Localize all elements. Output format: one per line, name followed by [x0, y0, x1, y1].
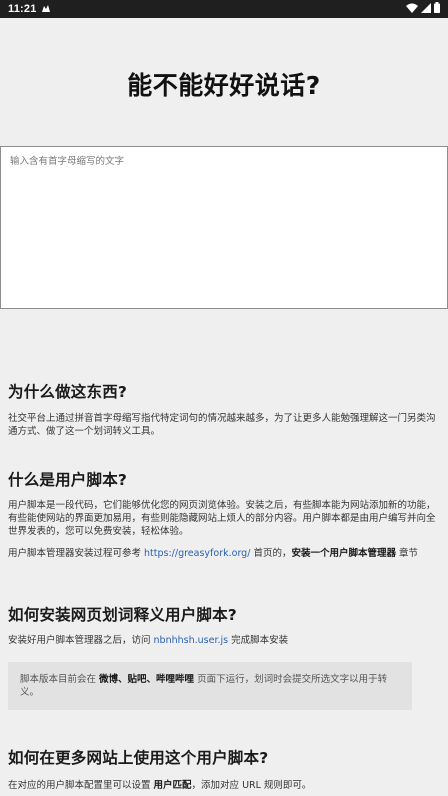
- status-bar: 11:21: [0, 0, 448, 18]
- section-userscript: 什么是用户脚本?: [8, 468, 440, 490]
- section-userscript-body: 用户脚本是一段代码，它们能够优化您的网页浏览体验。安装之后，有些脚本能为网站添加…: [8, 500, 436, 537]
- cellular-signal-icon: [421, 2, 431, 16]
- section-why: 为什么做这东西?: [8, 380, 440, 402]
- manager-text-suffix: 章节: [395, 548, 418, 559]
- more-sites-text-bold: 用户匹配: [153, 780, 192, 791]
- section-install-body: 安装好用户脚本管理器之后，访问 nbnhhsh.user.js 完成脚本安装: [8, 634, 440, 647]
- install-note-text: 脚本版本目前会在 微博、贴吧、哔哩哔哩 页面下运行，划词时会提交所选文字以用于转…: [20, 673, 400, 699]
- section-why-body-wrap: 社交平台上通过拼音首字母缩写指代特定词句的情况越来越多，为了让更多人能勉强理解这…: [8, 412, 440, 438]
- status-bar-left: 11:21: [8, 3, 51, 16]
- main-content: 能不能好好说话? 为什么做这东西? 社交平台上通过拼音首字母缩写指代特定词句的情…: [0, 18, 448, 796]
- wifi-icon: [406, 3, 418, 16]
- battery-icon: [434, 2, 440, 16]
- more-sites-text-suffix: ，添加对应 URL 规则即可。: [191, 780, 312, 791]
- section-more-sites: 如何在更多网站上使用这个用户脚本?: [8, 746, 440, 768]
- greasyfork-link[interactable]: https://greasyfork.org/: [144, 548, 250, 559]
- manager-text-prefix: 用户脚本管理器安装过程可参考: [8, 548, 145, 559]
- install-text-suffix: 完成脚本安装: [228, 635, 289, 646]
- install-text-prefix: 安装好用户脚本管理器之后，访问: [8, 635, 154, 646]
- status-time: 11:21: [8, 3, 37, 15]
- section-more-sites-body-wrap: 在对应的用户脚本配置里可以设置 用户匹配，添加对应 URL 规则即可。: [8, 779, 440, 792]
- note-text-prefix: 脚本版本目前会在: [20, 674, 100, 685]
- section-userscript-manager-wrap: 用户脚本管理器安装过程可参考 https://greasyfork.org/ 首…: [8, 547, 440, 560]
- manager-text-middle: 首页的，: [250, 548, 292, 559]
- section-userscript-body-wrap: 用户脚本是一段代码，它们能够优化您的网页浏览体验。安装之后，有些脚本能为网站添加…: [8, 499, 440, 538]
- install-note: 脚本版本目前会在 微博、贴吧、哔哩哔哩 页面下运行，划词时会提交所选文字以用于转…: [8, 662, 412, 710]
- section-install: 如何安装网页划词释义用户脚本?: [8, 603, 440, 625]
- section-install-heading: 如何安装网页划词释义用户脚本?: [8, 606, 237, 624]
- userscript-install-link[interactable]: nbnhhsh.user.js: [154, 635, 229, 646]
- status-bar-right: [406, 2, 440, 16]
- manager-text-bold: 安装一个用户脚本管理器: [291, 548, 396, 559]
- notification-icon: [41, 3, 51, 16]
- more-sites-text-prefix: 在对应的用户脚本配置里可以设置: [8, 780, 154, 791]
- note-text-sites: 微博、贴吧、哔哩哔哩: [99, 674, 195, 685]
- section-why-body: 社交平台上通过拼音首字母缩写指代特定词句的情况越来越多，为了让更多人能勉强理解这…: [8, 413, 436, 437]
- page-title: 能不能好好说话?: [127, 71, 321, 100]
- section-why-heading: 为什么做这东西?: [8, 383, 128, 401]
- section-more-sites-body: 在对应的用户脚本配置里可以设置 用户匹配，添加对应 URL 规则即可。: [8, 779, 440, 792]
- abbreviation-input[interactable]: [0, 146, 448, 309]
- section-install-body-wrap: 安装好用户脚本管理器之后，访问 nbnhhsh.user.js 完成脚本安装: [8, 634, 440, 647]
- section-userscript-heading: 什么是用户脚本?: [8, 471, 128, 489]
- section-userscript-manager-text: 用户脚本管理器安装过程可参考 https://greasyfork.org/ 首…: [8, 547, 440, 560]
- section-more-sites-heading: 如何在更多网站上使用这个用户脚本?: [8, 749, 269, 767]
